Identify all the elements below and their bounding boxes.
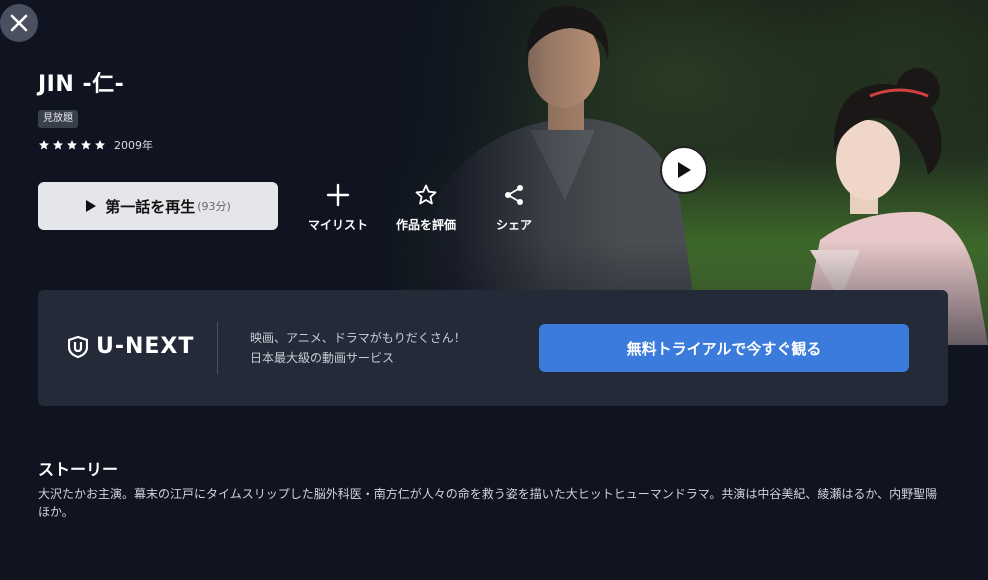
rating-and-year: 2009年 <box>38 137 153 153</box>
plus-icon <box>326 183 350 207</box>
star-outline-icon <box>415 184 437 205</box>
star-filled-icon <box>67 140 77 150</box>
promo-line-1: 映画、アニメ、ドラマがもりだくさん！ <box>250 331 466 345</box>
free-trial-button[interactable]: 無料トライアルで今すぐ観る <box>539 324 909 372</box>
star-filled-icon <box>53 140 63 150</box>
mylist-label: マイリスト <box>307 218 368 232</box>
share-icon <box>505 185 523 205</box>
share-button[interactable]: シェア <box>479 180 549 233</box>
availability-badge: 見放題 <box>38 110 78 128</box>
mylist-button[interactable]: マイリスト <box>303 180 373 233</box>
play-icon <box>678 162 691 178</box>
play-trailer-button[interactable] <box>660 146 708 194</box>
detail-page: JIN -仁- 見放題 2009年 第一話を再生 (93分) マイリスト 作品を… <box>0 0 988 580</box>
unext-logo: U-NEXT <box>68 334 194 359</box>
close-button[interactable] <box>0 4 38 42</box>
shield-logo-icon <box>68 335 88 358</box>
promo-copy: 映画、アニメ、ドラマがもりだくさん！ 日本最大級の動画サービス <box>250 328 466 368</box>
rate-title-label: 作品を評価 <box>395 218 456 232</box>
rate-title-button[interactable]: 作品を評価 <box>391 180 461 233</box>
unext-promo-banner: U-NEXT 映画、アニメ、ドラマがもりだくさん！ 日本最大級の動画サービス 無… <box>38 290 948 406</box>
promo-line-2: 日本最大級の動画サービス <box>250 351 395 365</box>
divider <box>217 322 218 374</box>
story-heading: ストーリー <box>38 460 119 479</box>
play-button-label: 第一話を再生 <box>105 197 196 216</box>
story-text: 大沢たかお主演。幕末の江戸にタイムスリップした脳外科医・南方仁が人々の命を救う姿… <box>38 487 938 519</box>
star-filled-icon <box>81 140 91 150</box>
unext-logo-text: U-NEXT <box>96 334 195 359</box>
share-label: シェア <box>495 218 532 232</box>
page-title: JIN -仁- <box>38 72 125 97</box>
play-first-episode-button[interactable]: 第一話を再生 (93分) <box>38 182 278 230</box>
play-button-duration: (93分) <box>197 200 231 213</box>
release-year: 2009年 <box>114 139 153 152</box>
close-icon <box>10 14 28 32</box>
star-filled-icon <box>95 140 105 150</box>
play-icon <box>86 200 97 212</box>
star-filled-icon <box>39 140 49 150</box>
